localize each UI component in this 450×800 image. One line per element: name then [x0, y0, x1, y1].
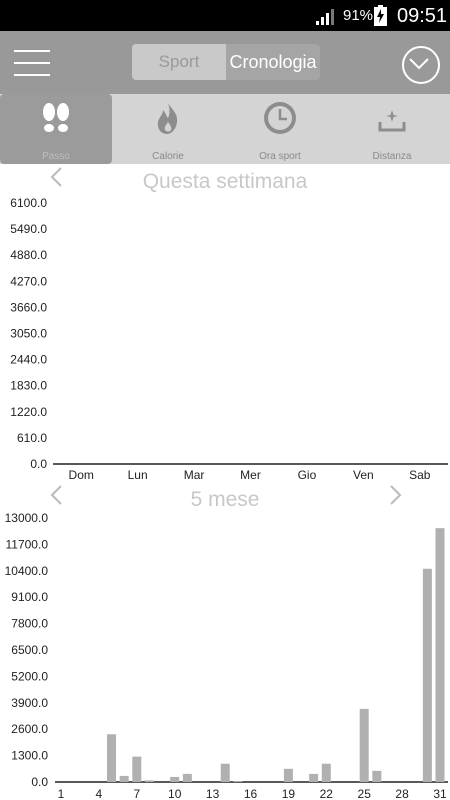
- y-tick-label: 6500.0: [11, 643, 48, 657]
- metric-label: Distanza: [372, 151, 412, 162]
- x-tick-label: 16: [244, 787, 258, 800]
- y-tick-label: 11700.0: [6, 537, 49, 551]
- signal-icon: [316, 9, 334, 25]
- metric-label: Calorie: [152, 151, 184, 162]
- x-tick-label: Gio: [298, 468, 317, 482]
- footprints-icon: [43, 103, 69, 132]
- y-tick-label: 4880.0: [10, 248, 47, 262]
- menu-icon[interactable]: [14, 47, 50, 79]
- app-bar: Sport Cronologia: [0, 31, 450, 94]
- metric-distanza[interactable]: Distanza: [336, 94, 448, 164]
- bar-day-7: [132, 756, 142, 782]
- bar-day-30: [422, 568, 432, 782]
- bar-day-26: [372, 770, 382, 782]
- battery-charging-icon: [374, 5, 387, 26]
- y-tick-label: 5200.0: [11, 669, 48, 683]
- metric-label: Ora sport: [259, 151, 301, 162]
- y-tick-label: 1830.0: [10, 379, 47, 393]
- y-tick-label: 2440.0: [10, 353, 47, 367]
- x-tick-label: 28: [395, 787, 409, 800]
- bar-day-10: [170, 776, 180, 782]
- x-tick-label: Dom: [69, 468, 94, 482]
- metric-tabs: Passo Calorie Ora sport Distanza: [0, 94, 450, 164]
- tab-cronologia[interactable]: Cronologia: [226, 44, 320, 80]
- x-tick-label: Mer: [240, 468, 261, 482]
- y-tick-label: 6100.0: [10, 196, 47, 210]
- y-tick-label: 5490.0: [10, 222, 47, 236]
- x-tick-label: Ven: [353, 468, 374, 482]
- x-tick-label: 10: [168, 787, 182, 800]
- x-tick-label: 7: [133, 787, 140, 800]
- y-tick-label: 3900.0: [11, 696, 48, 710]
- x-tick-label: Mar: [184, 468, 205, 482]
- bar-day-6: [119, 775, 129, 782]
- month-chart: 0.0 1300.0 2600.0 3900.0 5200.0 6500.0 7800.0 9…: [0, 505, 450, 800]
- month-chart-svg: 0.0 1300.0 2600.0 3900.0 5200.0 6500.0 7800.0 9…: [5, 511, 448, 800]
- metric-ora-sport[interactable]: Ora sport: [224, 94, 336, 164]
- bar-day-14: [220, 763, 230, 782]
- bar-day-8: [144, 780, 154, 782]
- x-tick-label: 19: [282, 787, 296, 800]
- x-tick-label: 31: [433, 787, 447, 800]
- x-tick-label: Sab: [409, 468, 431, 482]
- bar-day-11: [182, 773, 192, 782]
- y-tick-label: 610.0: [17, 431, 47, 445]
- bar-day-15: [233, 780, 243, 782]
- x-tick-label: Lun: [128, 468, 148, 482]
- week-chart-svg: 0.0 610.0 1220.0 1830.0 2440.0 3050.0 3660.0 42…: [10, 196, 448, 482]
- y-tick-label: 3660.0: [10, 300, 47, 314]
- y-tick-label: 2600.0: [11, 722, 48, 736]
- status-bar: 91% 09:51: [0, 0, 450, 31]
- y-tick-label: 7800.0: [11, 617, 48, 631]
- y-tick-label: 10400.0: [5, 564, 49, 578]
- y-tick-label: 0.0: [31, 775, 48, 789]
- y-tick-label: 9100.0: [11, 590, 48, 604]
- bar-day-21: [309, 773, 319, 782]
- x-tick-label: 25: [358, 787, 372, 800]
- metric-calorie[interactable]: Calorie: [112, 94, 224, 164]
- x-tick-label: 1: [58, 787, 65, 800]
- y-tick-label: 0.0: [30, 457, 47, 471]
- y-tick-label: 3050.0: [10, 327, 47, 341]
- week-chart: 0.0 610.0 1220.0 1830.0 2440.0 3050.0 3660.0 42…: [0, 190, 450, 485]
- flame-icon: [157, 103, 178, 134]
- clock-time: 09:51: [397, 5, 448, 27]
- bar-day-22: [321, 763, 331, 782]
- metric-label: Passo: [42, 151, 70, 162]
- clock-icon: [264, 102, 296, 134]
- x-tick-label: 13: [206, 787, 220, 800]
- x-tick-label: 4: [96, 787, 103, 800]
- view-toggle: Sport Cronologia: [132, 44, 320, 80]
- bar-day-31: [435, 528, 445, 782]
- bar-day-25: [359, 708, 369, 782]
- x-tick-label: 22: [320, 787, 334, 800]
- y-tick-label: 1220.0: [10, 405, 47, 419]
- tab-sport[interactable]: Sport: [132, 44, 226, 80]
- bar-day-5: [107, 734, 117, 782]
- chevron-down-icon[interactable]: [402, 46, 440, 84]
- metric-passo[interactable]: Passo: [0, 94, 112, 164]
- battery-percent: 91%: [343, 7, 374, 24]
- y-tick-label: 13000.0: [5, 511, 49, 525]
- y-tick-label: 4270.0: [10, 274, 47, 288]
- y-tick-label: 1300.0: [11, 749, 48, 763]
- distance-icon: [378, 110, 406, 132]
- bar-day-19: [283, 768, 293, 782]
